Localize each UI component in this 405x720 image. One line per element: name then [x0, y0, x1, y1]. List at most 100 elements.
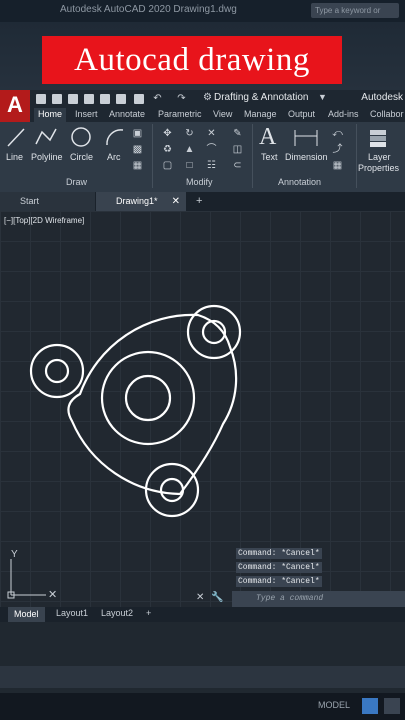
workspace-label: Drafting & Annotation: [213, 92, 309, 103]
dimension-icon[interactable]: [293, 128, 319, 148]
hub-outer-circle: [100, 350, 196, 446]
command-history-line: Command: *Cancel*: [236, 548, 322, 559]
video-title-banner: Autocad drawing: [42, 36, 342, 84]
tab-view[interactable]: View: [213, 109, 232, 119]
offset-icon[interactable]: ⊂: [232, 160, 243, 171]
lug-left-inner: [44, 358, 70, 384]
layer-label[interactable]: Layer: [368, 152, 391, 162]
arc-icon[interactable]: [104, 126, 126, 148]
mirror-icon[interactable]: ▲: [184, 144, 195, 155]
status-bar: MODEL: [0, 693, 405, 720]
search-input[interactable]: Type a keyword or phrase: [311, 3, 399, 30]
polyline-button[interactable]: Polyline: [31, 152, 63, 162]
ribbon-tabs: Home Insert Annotate Parametric View Man…: [30, 108, 405, 122]
hub-inner-circle: [124, 374, 172, 422]
open-file-icon[interactable]: [52, 94, 62, 104]
circle-button[interactable]: Circle: [70, 152, 93, 162]
ucs-icon: [7, 559, 46, 599]
draw-panel-label[interactable]: Draw: [66, 177, 87, 187]
gradient-icon[interactable]: ▦: [132, 160, 143, 171]
add-layout-icon[interactable]: +: [146, 608, 151, 618]
rotate-icon[interactable]: ↻: [184, 128, 195, 139]
video-title: Autocad drawing: [74, 41, 310, 78]
arc-button[interactable]: Arc: [107, 152, 121, 162]
lug-left-outer: [29, 343, 85, 399]
properties-label[interactable]: Properties: [358, 163, 399, 173]
grid-icon[interactable]: [362, 698, 378, 714]
lug-bottom-inner: [159, 477, 185, 503]
line-button[interactable]: Line: [6, 152, 23, 162]
command-input[interactable]: Type a command: [232, 591, 405, 607]
tab-drawing1[interactable]: Drawing1* ✕: [96, 192, 186, 211]
annotation-panel-label[interactable]: Annotation: [278, 177, 321, 187]
tab-add-ins[interactable]: Add-ins: [328, 109, 359, 119]
hatch-icon[interactable]: ▩: [132, 144, 143, 155]
layer-properties-icon[interactable]: [366, 126, 390, 148]
erase-icon[interactable]: ✎: [232, 128, 243, 139]
command-history-line: Command: *Cancel*: [236, 576, 322, 587]
model-space-toggle[interactable]: MODEL: [318, 700, 350, 710]
scale-icon[interactable]: □: [184, 160, 195, 171]
fillet-icon[interactable]: ⌒: [206, 144, 217, 155]
autocad-logo-icon[interactable]: A: [0, 90, 30, 122]
brand-label: Autodesk: [361, 92, 403, 103]
chevron-down-icon[interactable]: ▼: [318, 92, 327, 102]
gear-icon: ⚙: [203, 92, 212, 103]
command-line-controls: ✕ 🔧: [196, 592, 224, 603]
divider: [152, 124, 153, 188]
ucs-y-label: Y: [11, 549, 18, 560]
ucs-x-icon: ✕: [48, 589, 57, 601]
document-tabs: Start Drawing1* ✕ +: [0, 192, 405, 211]
save-as-icon[interactable]: [84, 94, 94, 104]
cad-drawing[interactable]: Y ✕: [0, 211, 405, 607]
tab-manage[interactable]: Manage: [244, 109, 277, 119]
tab-start[interactable]: Start: [0, 192, 95, 211]
explode-icon[interactable]: ◫: [232, 144, 243, 155]
save-icon[interactable]: [68, 94, 78, 104]
copy-icon[interactable]: ♻: [162, 144, 173, 155]
tab-layout1[interactable]: Layout1: [56, 608, 88, 618]
tab-drawing1-label: Drawing1*: [116, 196, 158, 206]
new-file-icon[interactable]: [36, 94, 46, 104]
stretch-icon[interactable]: ▢: [162, 160, 173, 171]
tab-home[interactable]: Home: [34, 108, 67, 122]
multileader-icon[interactable]: ⤴: [332, 144, 343, 155]
circle-icon[interactable]: [70, 126, 92, 148]
polyline-icon[interactable]: [34, 126, 58, 148]
close-icon[interactable]: ✕: [196, 592, 204, 603]
window-title: Autodesk AutoCAD 2020 Drawing1.dwg: [60, 4, 237, 15]
divider: [0, 666, 405, 688]
layout-tabs: Model Layout1 Layout2 +: [0, 607, 405, 622]
web-open-icon[interactable]: [116, 94, 126, 104]
text-icon[interactable]: A: [259, 124, 276, 151]
dimension-button[interactable]: Dimension: [285, 152, 328, 162]
rectangle-icon[interactable]: ▣: [132, 128, 143, 139]
web-save-icon[interactable]: [100, 94, 110, 104]
workspace-switcher[interactable]: ⚙ Drafting & Annotation: [203, 92, 308, 103]
undo-icon[interactable]: ↶: [152, 93, 163, 104]
tab-model[interactable]: Model: [8, 607, 45, 622]
trim-icon[interactable]: ✕: [206, 128, 217, 139]
snap-icon[interactable]: [384, 698, 400, 714]
new-tab-icon[interactable]: +: [196, 192, 202, 211]
tab-annotate[interactable]: Annotate: [109, 109, 145, 119]
line-icon[interactable]: [6, 126, 26, 148]
tab-layout2[interactable]: Layout2: [101, 608, 133, 618]
tab-parametric[interactable]: Parametric: [158, 109, 202, 119]
redo-icon[interactable]: ↷: [176, 93, 187, 104]
title-bar: Autodesk AutoCAD 2020 Drawing1.dwg Type …: [0, 0, 405, 30]
text-button[interactable]: Text: [261, 152, 278, 162]
leader-icon[interactable]: ⤺: [332, 128, 343, 139]
divider: [356, 124, 357, 188]
wrench-icon[interactable]: 🔧: [211, 592, 223, 603]
close-icon[interactable]: ✕: [172, 192, 180, 211]
tab-collaborate[interactable]: Collabor: [370, 109, 404, 119]
tab-output[interactable]: Output: [288, 109, 315, 119]
array-icon[interactable]: ☷: [206, 160, 217, 171]
tab-insert[interactable]: Insert: [75, 109, 98, 119]
move-icon[interactable]: ✥: [162, 128, 173, 139]
plot-icon[interactable]: [134, 94, 144, 104]
command-history-line: Command: *Cancel*: [236, 562, 322, 573]
modify-panel-label[interactable]: Modify: [186, 177, 213, 187]
table-icon[interactable]: ▦: [332, 160, 343, 171]
